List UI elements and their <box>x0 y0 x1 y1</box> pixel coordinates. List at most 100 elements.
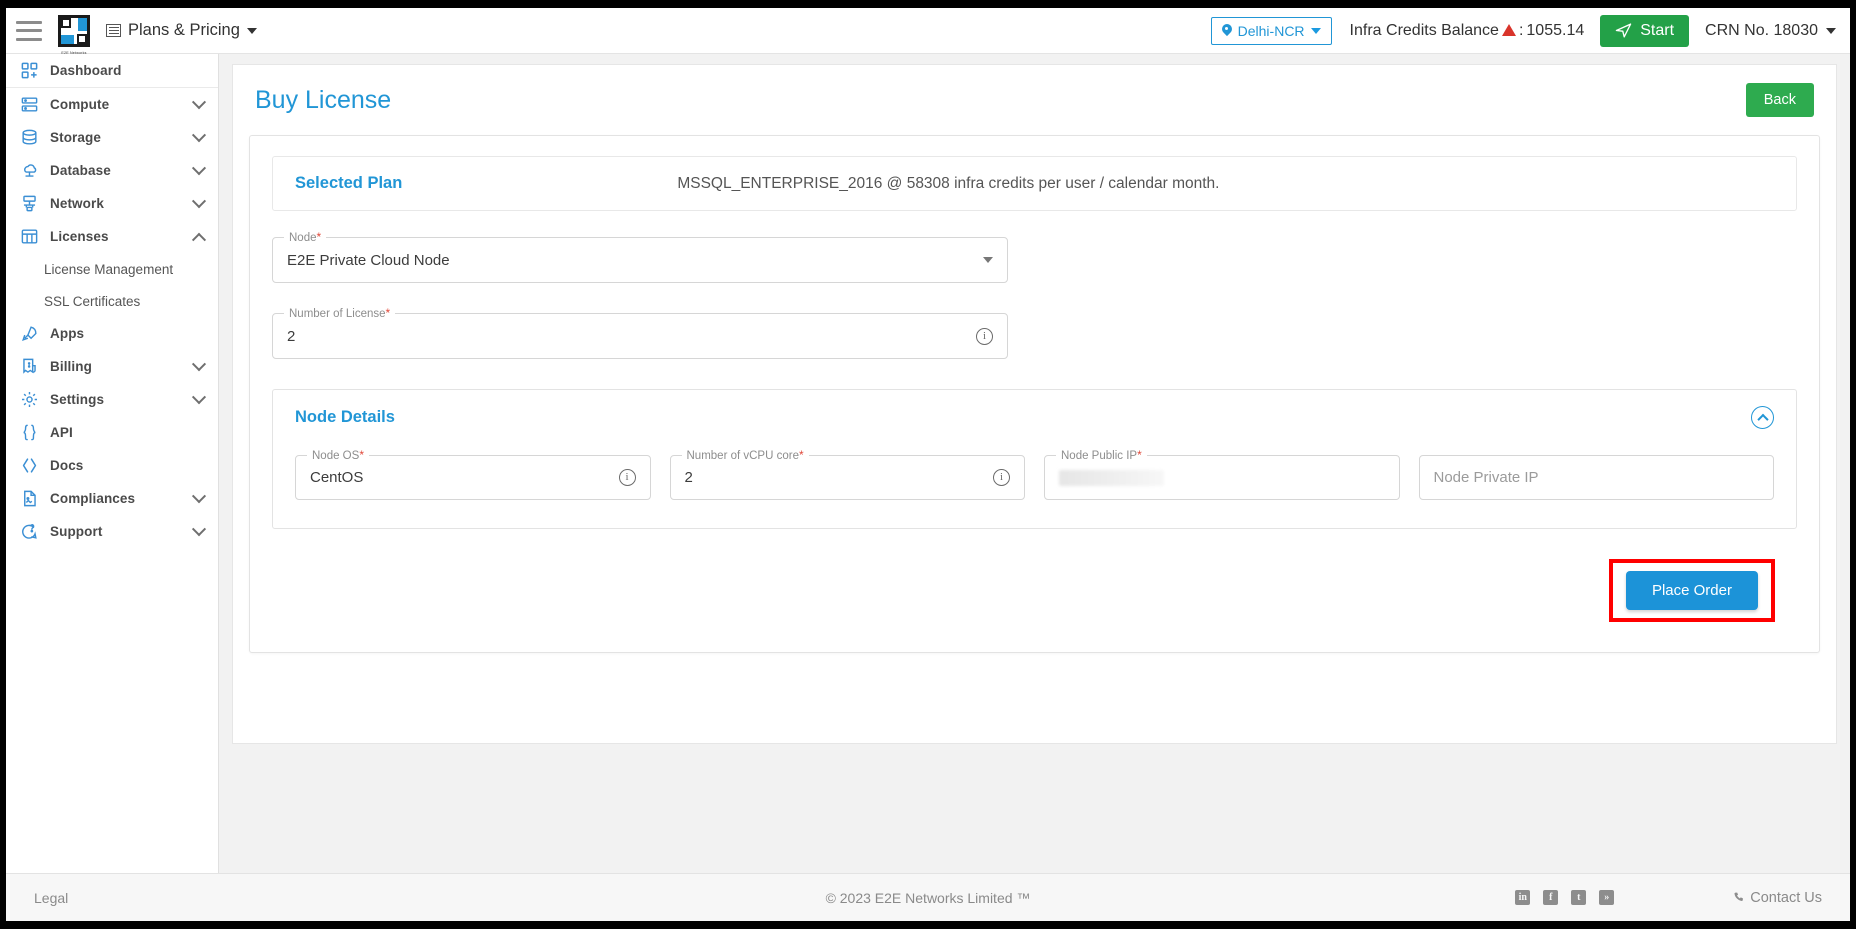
sidebar-label: Billing <box>50 359 92 374</box>
e2e-networks-logo[interactable]: E2E Networks <box>58 14 90 55</box>
number-of-license-input[interactable]: Number of License* 2 i <box>272 306 1008 359</box>
node-os-value: CentOS <box>310 469 364 486</box>
node-private-ip-placeholder: Node Private IP <box>1433 469 1539 486</box>
sidebar-item-dashboard[interactable]: Dashboard <box>6 54 218 88</box>
database-disk-icon <box>20 128 39 147</box>
sidebar-label: Licenses <box>50 229 109 244</box>
chevron-down-icon[interactable] <box>983 257 993 263</box>
linkedin-icon[interactable]: in <box>1515 890 1531 905</box>
chevron-down-icon <box>246 27 257 34</box>
chevron-down-icon[interactable] <box>191 94 207 109</box>
contact-us-link[interactable]: Contact Us <box>1732 890 1822 906</box>
chevron-down-icon[interactable] <box>191 356 207 371</box>
sidebar-label: Support <box>50 524 103 539</box>
sidebar-label: Settings <box>50 392 105 407</box>
page-header: Buy License Back <box>233 65 1836 133</box>
node-os-input[interactable]: Node OS* CentOS i <box>295 448 651 500</box>
back-button[interactable]: Back <box>1745 83 1814 117</box>
chevron-down-icon[interactable] <box>191 488 207 503</box>
node-details-fields: Node OS* CentOS i Number of vCPU core* 2 <box>295 448 1774 500</box>
sidebar-item-licenses[interactable]: Licenses <box>6 220 218 253</box>
billing-invoice-icon <box>20 357 39 376</box>
sidebar-label: Dashboard <box>50 63 122 78</box>
sidebar-item-settings[interactable]: Settings <box>6 383 218 416</box>
credits-value: 1055.14 <box>1526 21 1585 39</box>
phone-icon <box>1734 892 1744 901</box>
sidebar-label: Docs <box>50 458 84 473</box>
region-selector[interactable]: Delhi-NCR <box>1210 16 1332 45</box>
chevron-up-icon[interactable] <box>191 232 207 247</box>
node-public-ip-label: Node Public IP* <box>1056 448 1147 462</box>
legal-link[interactable]: Legal <box>34 890 68 906</box>
node-details-title: Node Details <box>295 408 395 426</box>
server-icon <box>20 95 39 114</box>
sidebar-item-apps[interactable]: Apps <box>6 317 218 350</box>
warning-triangle-icon <box>1501 23 1516 36</box>
top-navigation-bar: E2E Networks Plans & Pricing Delhi-NCR I… <box>6 8 1850 55</box>
place-order-highlight-box: Place Order <box>1608 559 1775 622</box>
chevron-down-icon <box>1826 27 1836 34</box>
rss-icon[interactable]: » <box>1599 890 1615 905</box>
chevron-down-icon <box>1310 27 1321 34</box>
info-icon[interactable]: i <box>993 469 1010 486</box>
crn-account-menu[interactable]: CRN No. 18030 <box>1705 22 1836 40</box>
plans-and-pricing-menu[interactable]: Plans & Pricing <box>106 21 257 40</box>
node-public-ip-input[interactable]: Node Public IP* <box>1044 448 1400 500</box>
chevron-down-icon[interactable] <box>191 127 207 142</box>
chevron-down-icon[interactable] <box>191 521 207 536</box>
sidebar-item-ssl-certificates[interactable]: SSL Certificates <box>6 285 218 317</box>
chevron-down-icon[interactable] <box>191 389 207 404</box>
location-pin-icon <box>1222 24 1232 38</box>
number-of-license-label: Number of License* <box>284 306 396 320</box>
sidebar-item-compliances[interactable]: Compliances <box>6 482 218 515</box>
infra-credits-balance: Infra Credits Balance : 1055.14 <box>1350 22 1585 40</box>
node-select[interactable]: Node* E2E Private Cloud Node <box>272 230 1008 283</box>
place-order-button[interactable]: Place Order <box>1625 571 1758 610</box>
info-icon[interactable]: i <box>976 327 993 345</box>
node-public-ip-masked-value <box>1059 469 1164 486</box>
sidebar-item-api[interactable]: API <box>6 416 218 449</box>
order-actions-row: Place Order <box>272 529 1797 628</box>
crn-label: CRN No. 18030 <box>1705 21 1818 39</box>
sidebar-item-storage[interactable]: Storage <box>6 121 218 154</box>
app-window: E2E Networks Plans & Pricing Delhi-NCR I… <box>0 0 1856 929</box>
sidebar-item-network[interactable]: Network <box>6 187 218 220</box>
node-details-section: Node Details Node OS* CentOS i Number of… <box>272 389 1797 529</box>
sidebar-label: Compliances <box>50 491 136 506</box>
credits-label: Infra Credits Balance <box>1349 21 1499 39</box>
body-container: Dashboard Compute Storage Database Netwo… <box>6 54 1850 873</box>
start-button[interactable]: Start <box>1600 14 1690 47</box>
sidebar-item-compute[interactable]: Compute <box>6 88 218 121</box>
sidebar-item-support[interactable]: Support <box>6 515 218 548</box>
region-label: Delhi-NCR <box>1237 22 1305 39</box>
document-icon <box>20 489 39 508</box>
sidebar-item-database[interactable]: Database <box>6 154 218 187</box>
info-icon[interactable]: i <box>618 469 636 486</box>
page-footer: Legal © 2023 E2E Networks Limited ™ in f… <box>6 873 1850 921</box>
cloud-database-icon <box>20 161 39 180</box>
sidebar-item-license-management[interactable]: License Management <box>6 253 218 285</box>
facebook-icon[interactable]: f <box>1543 890 1559 905</box>
sidebar-item-docs[interactable]: Docs <box>6 449 218 482</box>
send-plane-icon <box>1615 23 1632 38</box>
rocket-icon <box>20 324 39 343</box>
chevron-down-icon[interactable] <box>191 193 207 208</box>
braces-icon <box>20 423 39 442</box>
buy-license-form-card: Selected Plan MSSQL_ENTERPRISE_2016 @ 58… <box>249 135 1820 653</box>
twitter-icon[interactable]: t <box>1571 890 1587 905</box>
sidebar-item-billing[interactable]: Billing <box>6 350 218 383</box>
sidebar-label: Database <box>50 163 111 178</box>
selected-plan-row: Selected Plan MSSQL_ENTERPRISE_2016 @ 58… <box>272 156 1797 211</box>
sidebar-sub-label: SSL Certificates <box>44 293 141 309</box>
selected-plan-value: MSSQL_ENTERPRISE_2016 @ 58308 infra cred… <box>677 174 1220 192</box>
number-of-vcpu-core-input[interactable]: Number of vCPU core* 2 i <box>669 448 1025 500</box>
hamburger-menu-icon[interactable] <box>16 20 42 41</box>
chevron-down-icon[interactable] <box>191 160 207 175</box>
number-of-vcpu-core-label: Number of vCPU core* <box>681 448 809 462</box>
node-os-label: Node OS* <box>307 448 369 462</box>
node-private-ip-input[interactable]: Node Private IP <box>1418 455 1774 500</box>
contact-us-label: Contact Us <box>1750 889 1822 906</box>
sidebar-label: Storage <box>50 130 101 145</box>
network-icon <box>20 194 39 213</box>
collapse-section-button[interactable] <box>1751 406 1774 429</box>
